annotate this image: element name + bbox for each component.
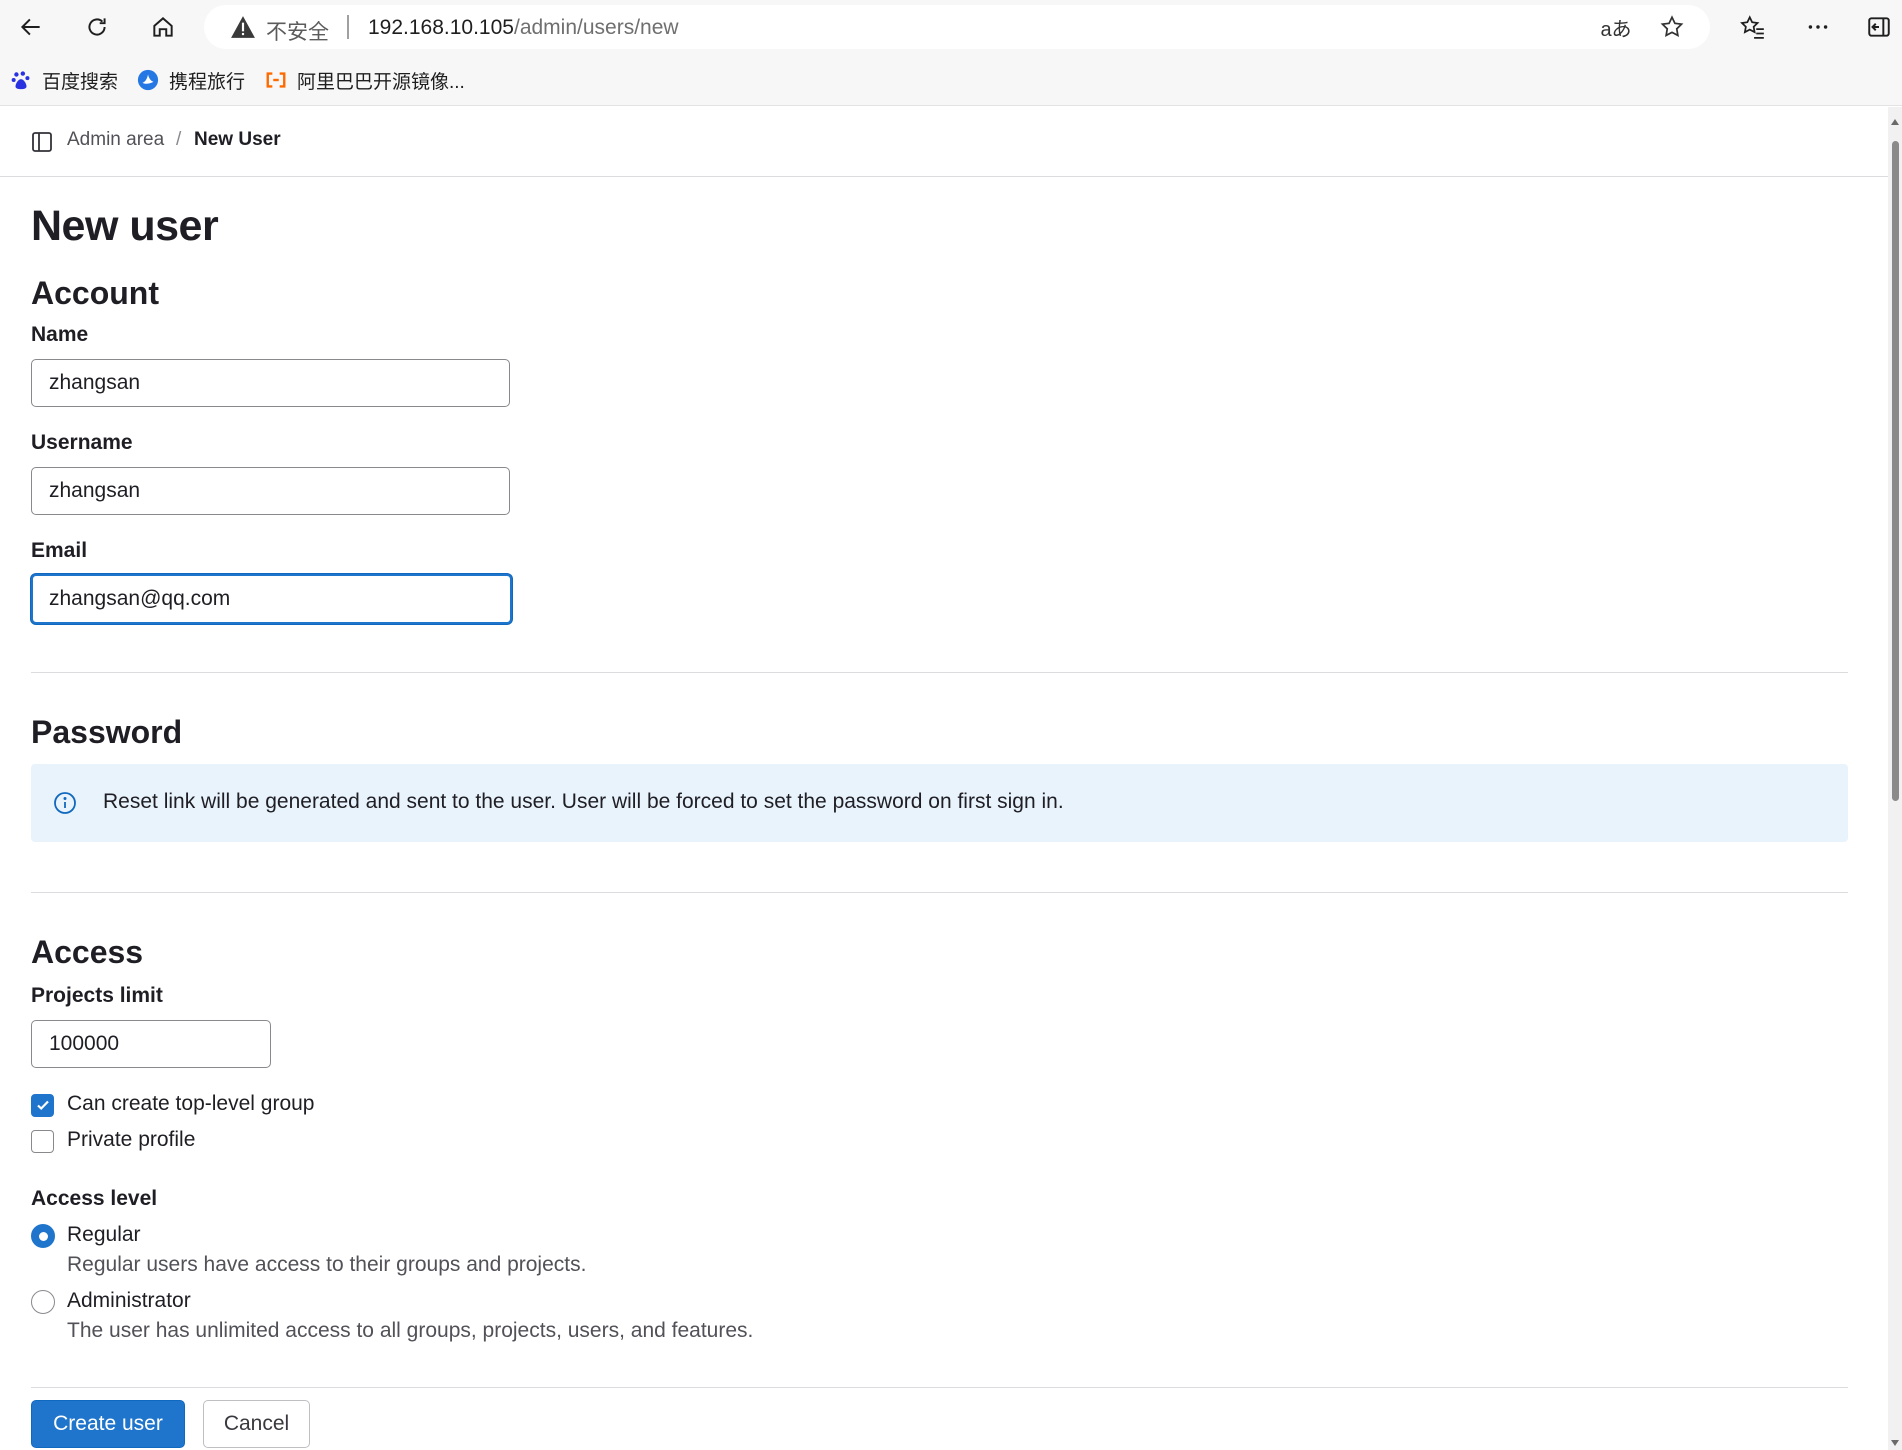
- page-content: Admin area / New User New user Account N…: [0, 107, 1888, 1450]
- cancel-button[interactable]: Cancel: [203, 1400, 310, 1448]
- administrator-radio[interactable]: [31, 1290, 55, 1314]
- section-divider: [31, 672, 1848, 673]
- bookmark-alibaba[interactable]: 阿里巴巴开源镜像...: [257, 62, 473, 98]
- top-bar: Admin area / New User: [0, 107, 1888, 177]
- projects-limit-input[interactable]: [31, 1020, 271, 1068]
- username-label: Username: [31, 431, 133, 454]
- breadcrumb-current: New User: [194, 129, 281, 150]
- page-scrollbar[interactable]: [1888, 107, 1902, 1450]
- bookmark-label: 携程旅行: [169, 71, 246, 93]
- private-profile-label[interactable]: Private profile: [67, 1128, 195, 1152]
- regular-label[interactable]: Regular: [67, 1223, 141, 1247]
- ctrip-icon: [137, 69, 159, 91]
- warning-icon[interactable]: [230, 15, 256, 39]
- scroll-down-arrow-icon[interactable]: [1891, 1440, 1899, 1446]
- footer-divider: [31, 1387, 1848, 1388]
- refresh-button[interactable]: [73, 8, 121, 46]
- sidebar-panel-button[interactable]: [1855, 8, 1902, 46]
- account-heading: Account: [31, 275, 159, 311]
- email-label: Email: [31, 539, 88, 562]
- password-info-alert: Reset link will be generated and sent to…: [31, 764, 1848, 842]
- favorite-star-icon[interactable]: [1656, 13, 1688, 41]
- more-dots-icon: [1808, 25, 1828, 29]
- scroll-thumb[interactable]: [1892, 141, 1899, 801]
- can-create-group-checkbox[interactable]: [31, 1093, 54, 1117]
- email-input[interactable]: [31, 574, 512, 624]
- username-input[interactable]: [31, 467, 510, 515]
- insecure-label[interactable]: 不安全: [266, 16, 329, 46]
- url-host: 192.168.10.105: [368, 16, 514, 39]
- breadcrumb-separator: /: [176, 129, 182, 150]
- bookmarks-bar: 百度搜索 携程旅行 阿里巴巴开源镜像...: [0, 54, 1902, 106]
- bookmark-label: 阿里巴巴开源镜像...: [297, 71, 465, 93]
- read-aloud-icon[interactable]: aあ: [1600, 13, 1632, 41]
- refresh-icon: [88, 18, 106, 36]
- browser-toolbar: 不安全 192.168.10.105/admin/users/new aあ: [0, 0, 1902, 54]
- favorites-button[interactable]: [1729, 8, 1777, 46]
- more-button[interactable]: [1794, 8, 1842, 46]
- projects-limit-label: Projects limit: [31, 984, 163, 1007]
- panel-exit-icon: [1868, 17, 1890, 37]
- breadcrumb-admin-area[interactable]: Admin area: [67, 129, 164, 151]
- private-profile-option[interactable]: Private profile: [31, 1127, 195, 1155]
- administrator-help-text: The user has unlimited access to all gro…: [67, 1319, 754, 1342]
- name-label: Name: [31, 323, 89, 346]
- url-text[interactable]: 192.168.10.105/admin/users/new: [368, 16, 679, 40]
- bookmark-baidu[interactable]: 百度搜索: [2, 62, 126, 98]
- section-divider: [31, 892, 1848, 893]
- scroll-up-arrow-icon[interactable]: [1891, 119, 1899, 125]
- regular-help-text: Regular users have access to their group…: [67, 1253, 587, 1276]
- favorites-list-icon: [1740, 15, 1764, 39]
- access-heading: Access: [31, 934, 144, 970]
- alert-text: Reset link will be generated and sent to…: [103, 790, 1064, 813]
- can-create-group-label[interactable]: Can create top-level group: [67, 1092, 314, 1116]
- url-path: /admin/users/new: [513, 16, 679, 39]
- home-icon: [153, 17, 173, 37]
- sidebar-toggle-icon[interactable]: [30, 130, 54, 154]
- name-input[interactable]: [31, 359, 510, 407]
- address-bar[interactable]: 不安全 192.168.10.105/admin/users/new aあ: [204, 5, 1710, 49]
- baidu-icon: [10, 69, 32, 91]
- access-level-regular-option[interactable]: Regular: [31, 1222, 141, 1250]
- page-title: New user: [31, 202, 219, 250]
- back-button[interactable]: [7, 8, 55, 46]
- home-button[interactable]: [139, 8, 187, 46]
- address-separator: [347, 15, 349, 39]
- administrator-label[interactable]: Administrator: [67, 1289, 191, 1313]
- create-user-button[interactable]: Create user: [31, 1400, 185, 1448]
- bookmark-ctrip[interactable]: 携程旅行: [129, 62, 253, 98]
- password-heading: Password: [31, 714, 183, 750]
- alibaba-icon: [265, 69, 287, 91]
- back-arrow-icon: [20, 18, 40, 36]
- private-profile-checkbox[interactable]: [31, 1129, 54, 1153]
- checkmark-icon: [36, 1100, 49, 1111]
- access-level-admin-option[interactable]: Administrator: [31, 1288, 191, 1316]
- bookmark-label: 百度搜索: [42, 71, 119, 93]
- access-level-label: Access level: [31, 1187, 158, 1210]
- can-create-group-option[interactable]: Can create top-level group: [31, 1091, 314, 1119]
- info-icon: [54, 792, 76, 814]
- regular-radio[interactable]: [31, 1224, 55, 1248]
